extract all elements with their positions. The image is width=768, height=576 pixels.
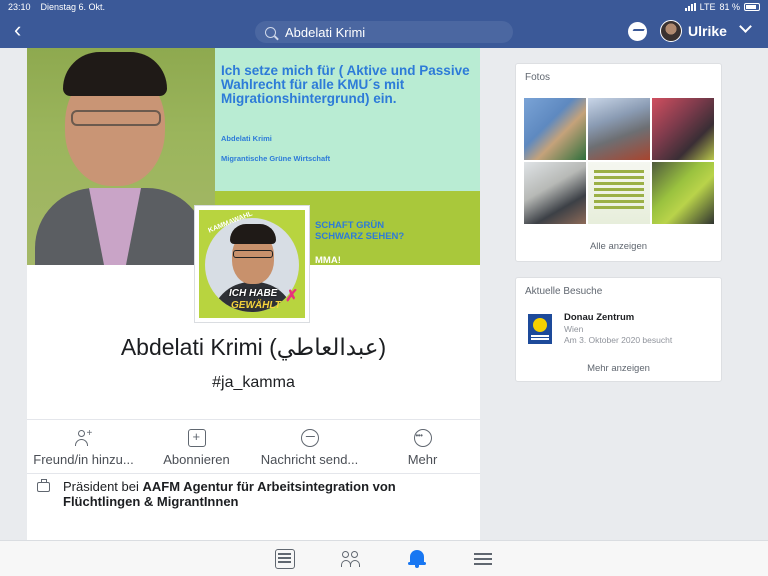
add-friend-icon: + [74,429,93,447]
briefcase-icon [37,479,50,492]
vote-check-icon: ✗ [285,288,299,305]
profile-picture-frame: KAMMAWAHL ICH HABE GEWÄHLT ✗ [199,210,305,318]
battery-icon [744,3,760,11]
search-input[interactable]: Abdelati Krimi [255,21,513,43]
menu-icon[interactable] [473,549,493,569]
cover-headline: Ich setze mich für ( Aktive und Passive … [221,63,470,106]
divider [27,419,480,420]
status-bar: 23:10 Dienstag 6. Okt. LTE 81 % [0,0,768,14]
subscribe-button[interactable]: Abonnieren [140,426,253,471]
photo-thumbnail[interactable] [652,98,714,160]
place-city: Wien [564,324,584,334]
place-logo[interactable] [528,314,552,344]
nav-user-name[interactable]: Ulrike [688,23,727,39]
add-friend-button[interactable]: + Freund/in hinzu... [27,426,140,471]
search-icon [265,26,276,38]
photo-thumbnail[interactable] [524,98,586,160]
profile-picture[interactable]: KAMMAWAHL ICH HABE GEWÄHLT ✗ [195,206,309,322]
messenger-icon [300,429,319,447]
recent-visits-card: Aktuelle Besuche Donau Zentrum Wien Am 3… [515,277,722,382]
battery-label: 81 % [719,2,740,12]
job-text: Präsident bei AAFM Agentur für Arbeitsin… [63,479,457,509]
bottom-tab-bar [0,540,768,576]
messenger-icon[interactable] [628,22,647,41]
photos-card-title: Fotos [525,72,551,83]
cover-green-text-1: SCHAFT GRÜN [315,220,385,231]
network-label: LTE [699,2,716,12]
status-indicators: LTE 81 % [684,2,760,12]
photo-thumbnail[interactable] [652,162,714,224]
pp-glasses [233,250,273,258]
cover-portrait [27,48,215,265]
friends-icon[interactable] [341,549,361,569]
place-name[interactable]: Donau Zentrum [564,312,634,323]
profile-username: #ja_kamma [212,374,295,391]
send-message-button[interactable]: Nachricht send... [253,426,366,471]
cover-green-text-3: MMA! [315,255,341,265]
status-time: 23:10 [8,2,31,12]
photo-thumbnail[interactable] [524,162,586,224]
profile-name: Abdelati Krimi (عبدالعاطي) [120,334,387,360]
avatar[interactable] [660,20,682,42]
profile-card: Ich setze mich für ( Aktive und Passive … [27,48,480,540]
status-date: Dienstag 6. Okt. [40,2,106,12]
visits-card-title: Aktuelle Besuche [525,286,603,297]
profile-actions: + Freund/in hinzu... Abonnieren Nachrich… [27,426,480,471]
cover-person-hair [63,52,167,96]
place-visit-date: Am 3. Oktober 2020 besucht [564,335,673,345]
subscribe-icon [187,429,206,447]
top-navbar: ‹ Abdelati Krimi Ulrike [0,14,768,48]
search-value: Abdelati Krimi [285,24,366,40]
show-all-photos-link[interactable]: Alle anzeigen [516,241,721,252]
pp-stamp-line2: GEWÄHLT [231,300,281,311]
more-button[interactable]: Mehr [366,426,479,471]
send-message-label: Nachricht send... [260,452,359,467]
divider [27,473,480,474]
photos-grid [524,98,714,224]
signal-icon [684,3,696,11]
job-prefix: Präsident bei [63,479,143,494]
more-label: Mehr [407,452,438,467]
back-icon[interactable]: ‹ [14,19,21,41]
show-more-link[interactable]: Mehr anzeigen [516,363,721,374]
more-icon [413,429,432,447]
notifications-bell-icon[interactable] [407,549,427,569]
add-friend-label: Freund/in hinzu... [33,452,134,467]
cover-person-glasses [71,110,161,126]
chevron-down-icon[interactable] [739,20,752,33]
news-feed-icon[interactable] [275,549,295,569]
job-info: Präsident bei AAFM Agentur für Arbeitsin… [37,479,457,509]
photo-thumbnail[interactable] [588,98,650,160]
pp-hair [230,224,276,244]
pp-stamp-line1: ICH HABE [229,288,278,299]
cover-org-line: Migrantische Grüne Wirtschaft [221,154,331,163]
cover-green-text-2: SCHWARZ SEHEN? [315,231,405,242]
photos-card: Fotos Alle anzeigen [515,63,722,262]
cover-name-line: Abdelati Krimi [221,134,272,143]
subscribe-label: Abonnieren [163,452,230,467]
photo-thumbnail[interactable] [588,162,650,224]
